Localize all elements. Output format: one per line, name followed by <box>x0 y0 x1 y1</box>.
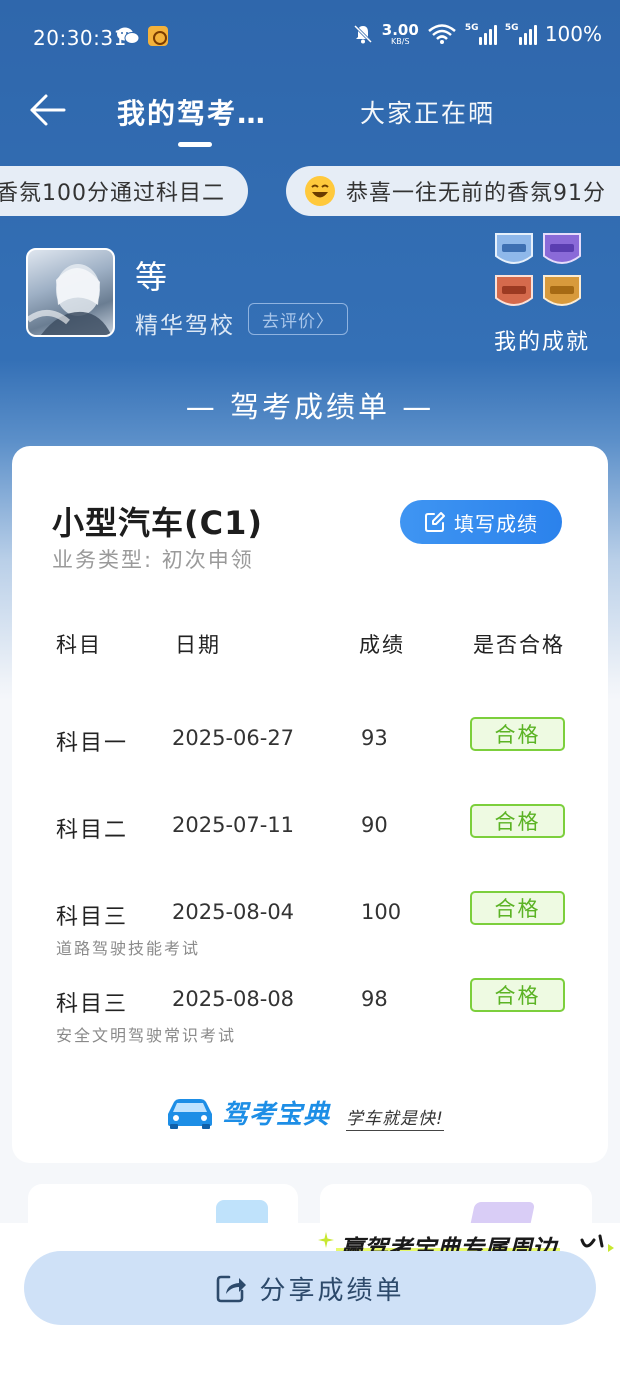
row-score: 98 <box>361 987 388 1011</box>
network-speed: 3.00 KB/S <box>381 20 419 46</box>
wechat-icon <box>117 27 140 44</box>
section-title: — 驾考成绩单 — <box>185 390 435 424</box>
column-header-subject: 科目 <box>56 633 102 657</box>
battery-level: 100% <box>544 22 602 46</box>
brand-name: 驾考宝典 <box>222 1100 331 1130</box>
signal-icon: 5G <box>465 23 497 45</box>
table-row: 科目一 2025-06-27 93 合格 <box>12 717 608 785</box>
row-subject: 科目二 <box>56 818 129 843</box>
achievements-button[interactable]: 我的成就 <box>490 230 600 355</box>
table-row: 科目三 道路驾驶技能考试 2025-08-04 100 合格 <box>12 891 608 959</box>
car-logo-icon <box>168 1099 212 1129</box>
avatar-image <box>28 264 112 335</box>
row-subject: 科目三 <box>56 905 129 930</box>
ticker: 香氛100分通过科目二 恭喜一往无前的香氛91分 <box>0 166 620 218</box>
pass-badge: 合格 <box>470 804 565 838</box>
ticker-item[interactable]: 恭喜一往无前的香氛91分 <box>286 166 620 216</box>
column-header-date: 日期 <box>175 633 221 657</box>
score-card: 小型汽车(C1) 业务类型: 初次申领 填写成绩 科目 日期 成绩 是否合格 科… <box>12 446 608 1163</box>
app-notification-icon <box>148 26 168 46</box>
tab-my-exams[interactable]: 我的驾考… <box>117 92 267 132</box>
status-bar: 20:30:31 3.00 KB/S 5G 5G 100% <box>0 0 620 76</box>
brand-logo: 驾考宝典 学车就是快! <box>164 1092 464 1136</box>
ticker-item[interactable]: 香氛100分通过科目二 <box>0 166 248 216</box>
row-date: 2025-06-27 <box>172 726 295 750</box>
sparkle-icon <box>318 1232 334 1248</box>
achievement-badges-icon <box>495 233 581 306</box>
user-name: 等 <box>135 258 168 296</box>
row-score: 93 <box>361 726 388 750</box>
row-date: 2025-07-11 <box>172 813 295 837</box>
share-icon <box>217 1275 247 1303</box>
row-score: 90 <box>361 813 388 837</box>
column-header-score: 成绩 <box>359 633 405 657</box>
row-date: 2025-08-04 <box>172 900 295 924</box>
smile-emoji-icon <box>305 176 335 206</box>
signal-icon: 5G <box>505 23 537 45</box>
fill-score-button[interactable]: 填写成绩 <box>400 500 562 544</box>
status-time: 20:30:31 <box>33 26 127 50</box>
status-right: 3.00 KB/S 5G 5G 100% <box>352 22 602 46</box>
wink-icon <box>580 1234 614 1252</box>
mute-icon <box>353 24 372 44</box>
license-type: 小型汽车(C1) <box>52 504 264 542</box>
table-row: 科目三 安全文明驾驶常识考试 2025-08-08 98 合格 <box>12 978 608 1046</box>
back-arrow-icon[interactable] <box>28 90 68 130</box>
table-row: 科目二 2025-07-11 90 合格 <box>12 804 608 872</box>
row-score: 100 <box>361 900 402 924</box>
row-subject-detail: 安全文明驾驶常识考试 <box>56 1026 237 1045</box>
review-button[interactable]: 去评价〉 <box>248 303 348 335</box>
brand-slogan: 学车就是快! <box>346 1104 444 1131</box>
business-type: 业务类型: 初次申领 <box>52 548 254 572</box>
notification-icons <box>116 26 168 46</box>
row-subject: 科目一 <box>56 731 129 756</box>
row-subject-detail: 道路驾驶技能考试 <box>56 939 201 958</box>
pass-badge: 合格 <box>470 717 565 751</box>
wifi-icon <box>428 24 456 44</box>
top-nav: 我的驾考… 大家正在晒 <box>0 76 620 156</box>
tab-indicator <box>178 142 212 147</box>
achievements-label: 我的成就 <box>494 330 591 355</box>
share-report-button[interactable]: 分享成绩单 <box>24 1251 596 1325</box>
column-header-pass: 是否合格 <box>473 633 565 657</box>
avatar[interactable] <box>26 248 115 337</box>
pass-badge: 合格 <box>470 978 565 1012</box>
row-subject: 科目三 <box>56 992 129 1017</box>
tab-everyone-sharing[interactable]: 大家正在晒 <box>360 94 495 130</box>
driving-school: 精华驾校 <box>135 313 235 339</box>
pass-badge: 合格 <box>470 891 565 925</box>
row-date: 2025-08-08 <box>172 987 295 1011</box>
edit-icon <box>425 512 445 532</box>
